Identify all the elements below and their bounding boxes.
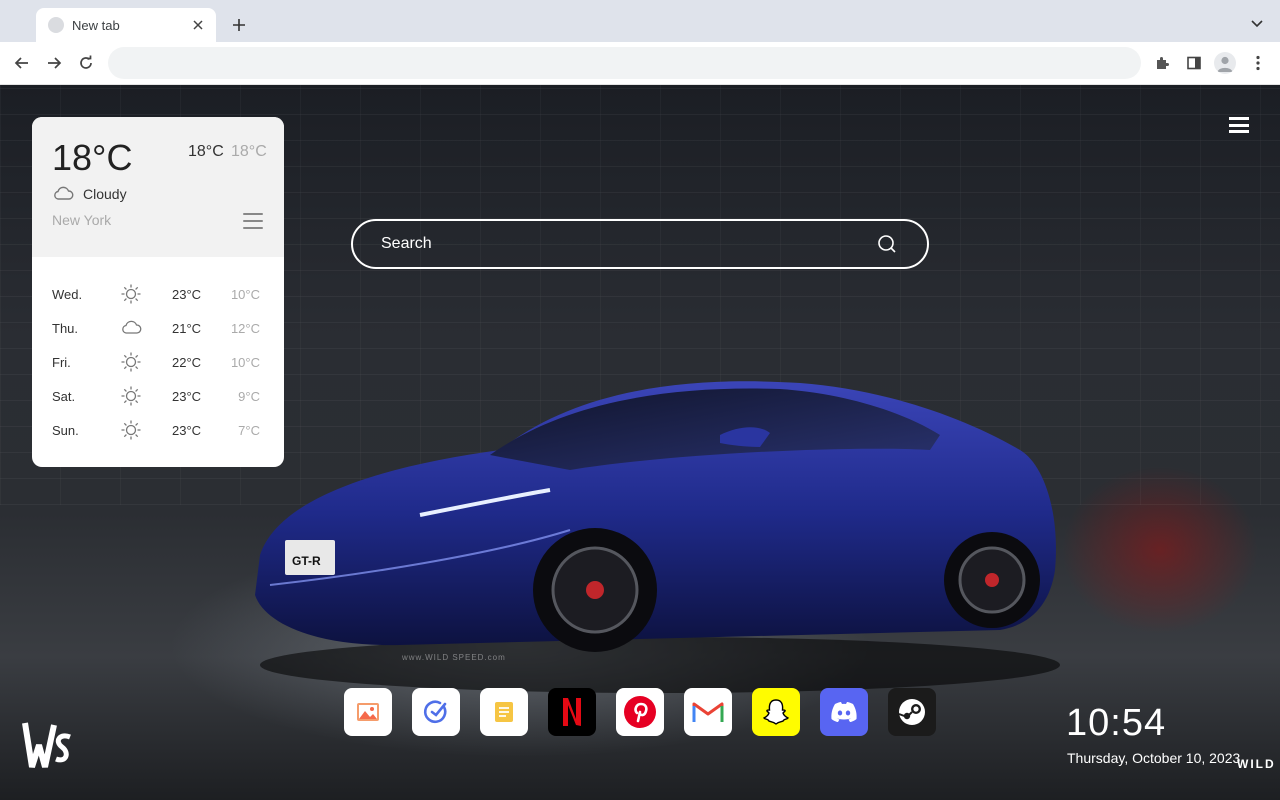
- side-panel-icon: [1187, 56, 1201, 70]
- weather-current: 18°C 18°C 18°C Cloudy New York: [32, 117, 284, 257]
- forecast-day: Sat.: [52, 389, 76, 404]
- discord-icon: [831, 702, 857, 722]
- sun-icon: [121, 352, 141, 372]
- side-panel-button[interactable]: [1183, 52, 1205, 74]
- new-tab-button[interactable]: [228, 14, 250, 36]
- chevron-down-icon: [1251, 20, 1263, 28]
- reload-icon: [80, 55, 92, 69]
- puzzle-icon: [1157, 57, 1169, 69]
- weather-forecast: Wed. 23°C 10°C Thu. 21°C 12°C Fri. 22°C …: [32, 277, 284, 447]
- address-bar[interactable]: [108, 47, 1141, 79]
- weather-condition: Cloudy: [83, 186, 127, 202]
- reload-button[interactable]: [74, 52, 98, 74]
- license-plate: GT-R: [292, 554, 321, 568]
- menu-line: [1229, 117, 1249, 120]
- forecast-row: Sat. 23°C 9°C: [32, 379, 284, 413]
- tab-new-tab[interactable]: New tab: [36, 8, 216, 42]
- check-circle-icon: [423, 700, 447, 724]
- tab-search-button[interactable]: [1248, 15, 1266, 33]
- sun-icon: [121, 386, 141, 406]
- shortcut-dock: [344, 688, 936, 736]
- sun-icon: [121, 284, 141, 304]
- forecast-row: Fri. 22°C 10°C: [32, 345, 284, 379]
- weather-city: New York: [52, 212, 112, 228]
- kebab-menu-icon: [1256, 55, 1260, 71]
- pinterest-icon: [624, 696, 656, 728]
- shortcut-netflix[interactable]: [548, 688, 596, 736]
- weather-widget: 18°C 18°C 18°C Cloudy New York Wed. 23°C…: [32, 117, 284, 467]
- today-high: 18°C: [188, 143, 224, 160]
- sun-icon: [121, 420, 141, 440]
- clock-time: 10:54: [1066, 702, 1167, 744]
- avatar: [1214, 52, 1236, 74]
- search-icon[interactable]: [877, 234, 897, 254]
- forecast-low: 10°C: [230, 287, 260, 302]
- forecast-high: 23°C: [172, 389, 202, 404]
- netflix-icon: [563, 698, 581, 726]
- profile-button[interactable]: [1214, 52, 1236, 74]
- corner-brand-text: WILD: [1237, 757, 1276, 771]
- extensions-button[interactable]: [1151, 52, 1173, 74]
- arrow-right-icon: [48, 57, 62, 69]
- forecast-high: 23°C: [172, 287, 202, 302]
- cloud-icon: [122, 320, 142, 334]
- notes-icon: [495, 702, 513, 722]
- forecast-low: 10°C: [230, 355, 260, 370]
- shortcut-discord[interactable]: [820, 688, 868, 736]
- tab-favicon-icon: [48, 17, 64, 33]
- forecast-day: Thu.: [52, 321, 79, 336]
- today-low: 18°C: [231, 143, 267, 160]
- person-icon: [1217, 56, 1233, 72]
- browser-toolbar: [0, 42, 1280, 85]
- forecast-high: 23°C: [172, 423, 202, 438]
- forecast-row: Sun. 23°C 7°C: [32, 413, 284, 447]
- menu-line: [243, 220, 263, 222]
- sports-car-image: GT-R: [255, 381, 1060, 693]
- photo-icon: [357, 703, 379, 721]
- forecast-high: 21°C: [172, 321, 202, 336]
- new-tab-page: GT-R www.WILD SPEED.com 18°C 18°C 18°C C…: [0, 85, 1280, 800]
- steam-icon: [898, 699, 925, 725]
- cloud-icon: [54, 186, 74, 200]
- page-menu-button[interactable]: [1229, 117, 1249, 133]
- tab-title: New tab: [72, 17, 120, 33]
- forecast-low: 12°C: [230, 321, 260, 336]
- shortcut-notes[interactable]: [480, 688, 528, 736]
- wallpaper-watermark: www.WILD SPEED.com: [402, 653, 506, 662]
- forward-button[interactable]: [42, 52, 66, 74]
- search-box: [351, 219, 929, 269]
- forecast-day: Fri.: [52, 355, 71, 370]
- current-temperature: 18°C: [52, 137, 133, 178]
- arrow-left-icon: [14, 57, 28, 69]
- close-tab-button[interactable]: [190, 17, 206, 33]
- forecast-day: Wed.: [52, 287, 83, 302]
- menu-line: [243, 213, 263, 215]
- close-icon: [193, 20, 203, 30]
- ws-logo: [22, 722, 71, 768]
- shortcut-gallery[interactable]: [344, 688, 392, 736]
- forecast-high: 22°C: [172, 355, 202, 370]
- forecast-day: Sun.: [52, 423, 79, 438]
- shortcut-gmail[interactable]: [684, 688, 732, 736]
- clock-date: Thursday, October 10, 2023: [1067, 750, 1241, 766]
- back-button[interactable]: [10, 52, 34, 74]
- forecast-low: 9°C: [238, 389, 260, 404]
- forecast-low: 7°C: [238, 423, 260, 438]
- gmail-icon: [692, 702, 724, 722]
- forecast-row: Wed. 23°C 10°C: [32, 277, 284, 311]
- menu-line: [243, 227, 263, 229]
- menu-line: [1229, 130, 1249, 133]
- browser-menu-button[interactable]: [1247, 52, 1269, 74]
- plus-icon: [233, 19, 245, 31]
- search-input[interactable]: [381, 221, 861, 267]
- shortcut-tasks[interactable]: [412, 688, 460, 736]
- shortcut-pinterest[interactable]: [616, 688, 664, 736]
- tab-strip: New tab: [0, 0, 1280, 42]
- shortcut-snapchat[interactable]: [752, 688, 800, 736]
- shortcut-steam[interactable]: [888, 688, 936, 736]
- snapchat-icon: [762, 699, 790, 725]
- menu-line: [1229, 123, 1249, 127]
- forecast-row: Thu. 21°C 12°C: [32, 311, 284, 345]
- weather-menu-button[interactable]: [243, 213, 263, 229]
